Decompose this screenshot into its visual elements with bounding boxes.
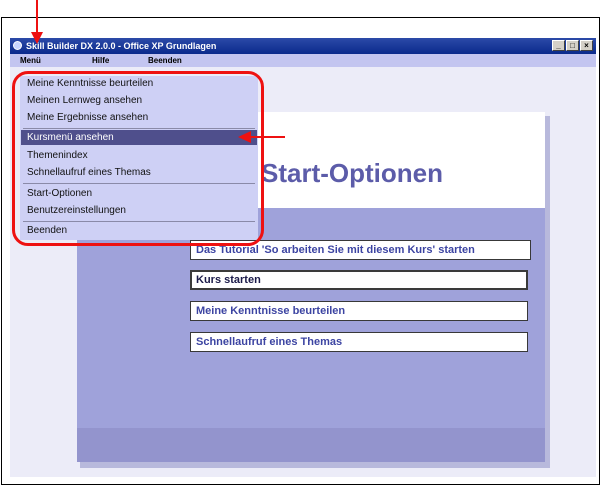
menu-beenden[interactable]: Beenden	[148, 54, 182, 67]
window-title: Skill Builder DX 2.0.0 - Office XP Grund…	[26, 41, 217, 51]
menu-bar: Menü Hilfe Beenden	[10, 54, 596, 67]
start-course-button[interactable]: Kurs starten	[190, 270, 528, 290]
page-title: Start-Optionen	[261, 158, 443, 188]
window-titlebar: Skill Builder DX 2.0.0 - Office XP Grund…	[10, 38, 596, 54]
close-button[interactable]: ×	[580, 40, 593, 51]
menu-hilfe[interactable]: Hilfe	[92, 54, 109, 67]
menu-menue[interactable]: Menü	[20, 54, 41, 67]
annotation-arrow-left-head	[238, 131, 251, 143]
highlight-ring	[12, 71, 264, 246]
quick-topic-button[interactable]: Schnellaufruf eines Themas	[190, 332, 528, 352]
annotation-arrow-down-head	[31, 32, 43, 44]
annotation-arrow-down-shaft	[36, 0, 38, 33]
minimize-button[interactable]: _	[552, 40, 565, 51]
panel-footer	[77, 428, 545, 462]
maximize-button[interactable]: □	[566, 40, 579, 51]
assess-knowledge-button[interactable]: Meine Kenntnisse beurteilen	[190, 301, 528, 321]
app-icon	[13, 41, 22, 50]
annotation-arrow-left-shaft	[250, 136, 285, 138]
